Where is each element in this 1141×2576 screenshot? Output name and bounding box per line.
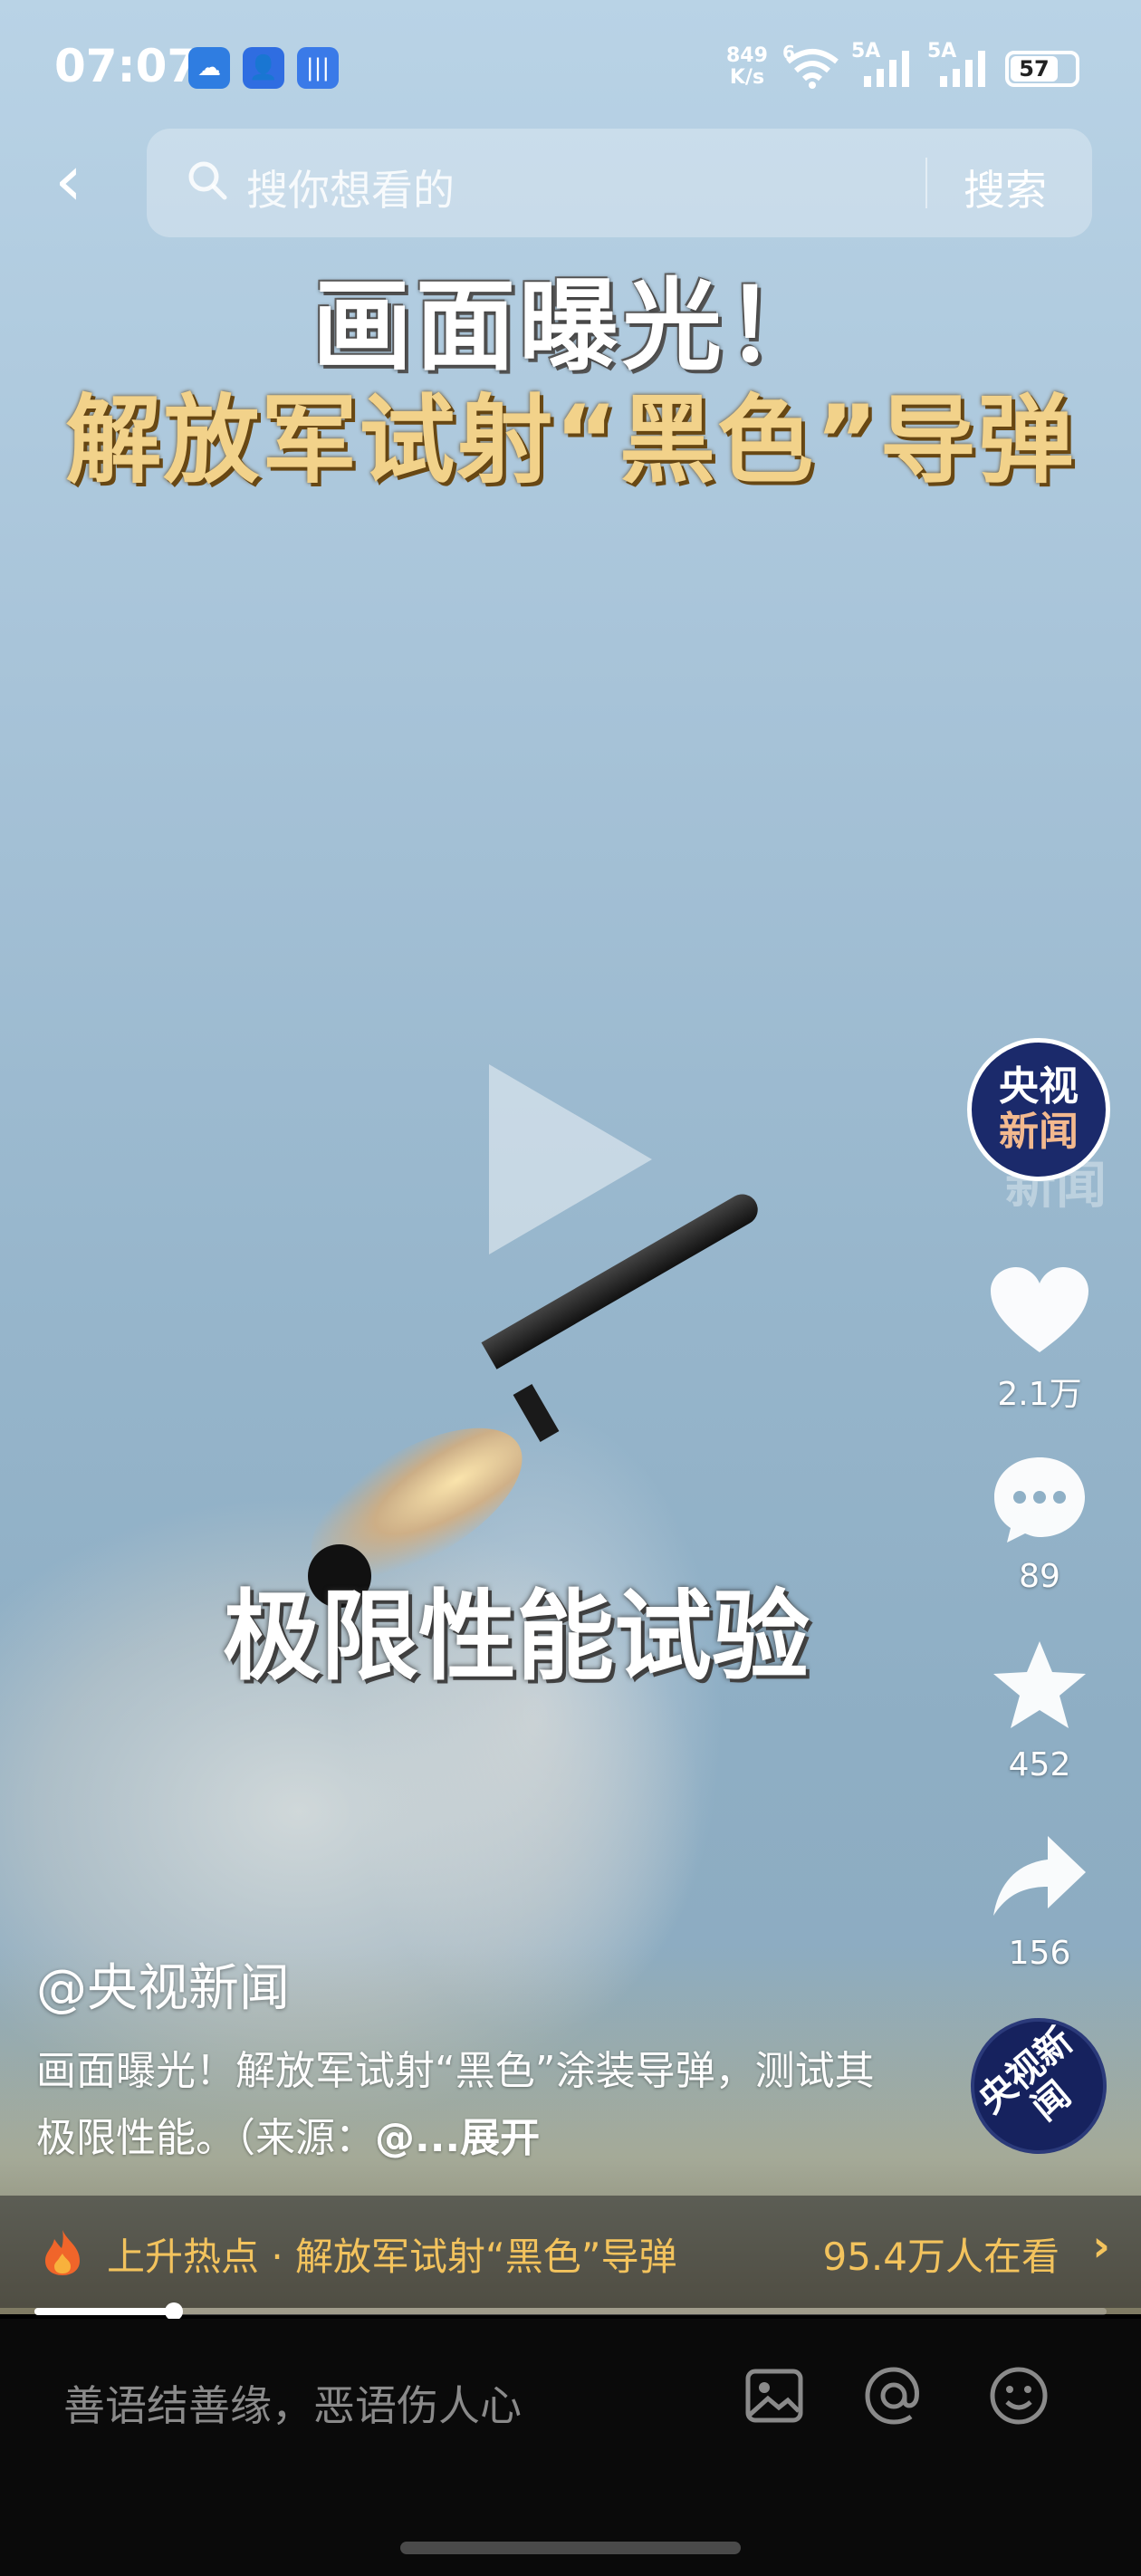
video-progress-bar[interactable] bbox=[34, 2302, 1107, 2321]
search-icon bbox=[188, 161, 227, 200]
share-button[interactable] bbox=[983, 1826, 1096, 1926]
home-indicator bbox=[400, 2542, 741, 2554]
at-mention-icon[interactable] bbox=[862, 2364, 925, 2427]
wifi-badge: 6 bbox=[782, 42, 795, 63]
status-time: 07:07 bbox=[54, 40, 199, 92]
comment-bar: 善语结善缘，恶语伤人心 bbox=[0, 2319, 1141, 2576]
comment-button[interactable] bbox=[983, 1449, 1096, 1549]
status-bar: 07:07 ☁ 👤 ||| 849 K/s 6 5A 5A 57 bbox=[0, 0, 1141, 136]
heart-icon bbox=[991, 1267, 1088, 1352]
like-button[interactable] bbox=[983, 1261, 1096, 1360]
play-icon[interactable] bbox=[489, 1064, 652, 1254]
author-name[interactable]: @央视新闻 bbox=[36, 1947, 290, 2021]
comment-bubble-icon bbox=[994, 1457, 1085, 1543]
hot-topic-bar[interactable]: 上升热点 · 解放军试射“黑色”导弹 95.4万人在看 › bbox=[0, 2196, 1141, 2308]
search-bar[interactable]: 搜你想看的 搜索 bbox=[147, 129, 1092, 237]
search-button[interactable]: 搜索 bbox=[964, 158, 1047, 217]
share-arrow-icon bbox=[993, 1836, 1086, 1916]
weather-icon: ☁ bbox=[188, 47, 230, 89]
expand-link[interactable]: @...展开 bbox=[375, 2115, 540, 2161]
author-avatar[interactable]: 央视 新闻 bbox=[967, 1038, 1110, 1181]
chevron-right-icon: › bbox=[1092, 2221, 1110, 2272]
star-icon bbox=[993, 1641, 1086, 1728]
voice-wave-icon: ||| bbox=[297, 47, 339, 89]
emoji-icon[interactable] bbox=[987, 2364, 1050, 2427]
back-arrow-icon[interactable]: ‹ bbox=[54, 145, 109, 217]
share-count: 156 bbox=[1008, 1935, 1071, 1972]
search-input[interactable]: 搜你想看的 bbox=[246, 158, 455, 217]
favorite-count: 452 bbox=[1008, 1746, 1071, 1783]
like-count: 2.1万 bbox=[997, 1376, 1082, 1413]
viewer-count: 95.4万人在看 bbox=[822, 2235, 1060, 2279]
image-icon[interactable] bbox=[743, 2364, 806, 2427]
comment-input[interactable]: 善语结善缘，恶语伤人心 bbox=[63, 2373, 522, 2433]
network-speed: 849 K/s bbox=[726, 44, 768, 89]
progress-knob[interactable] bbox=[164, 2302, 183, 2321]
video-title-line2: 解放军试射“黑色”导弹 bbox=[65, 385, 1076, 496]
progress-fill bbox=[34, 2308, 174, 2315]
fire-icon bbox=[45, 2230, 80, 2275]
comment-count: 89 bbox=[1019, 1558, 1060, 1595]
hot-topic-label: 上升热点 · 解放军试射“黑色”导弹 bbox=[107, 2235, 677, 2279]
favorite-button[interactable] bbox=[983, 1636, 1096, 1735]
post-description: 画面曝光！解放军试射“黑色”涂装导弹，测试其极限性能。（来源：@...展开 bbox=[36, 2048, 875, 2161]
signal-bars-icon bbox=[864, 51, 909, 87]
signal-bars-icon bbox=[940, 51, 985, 87]
battery-icon: 57 bbox=[1005, 51, 1079, 87]
search-divider bbox=[925, 158, 927, 208]
shield-user-icon: 👤 bbox=[243, 47, 284, 89]
